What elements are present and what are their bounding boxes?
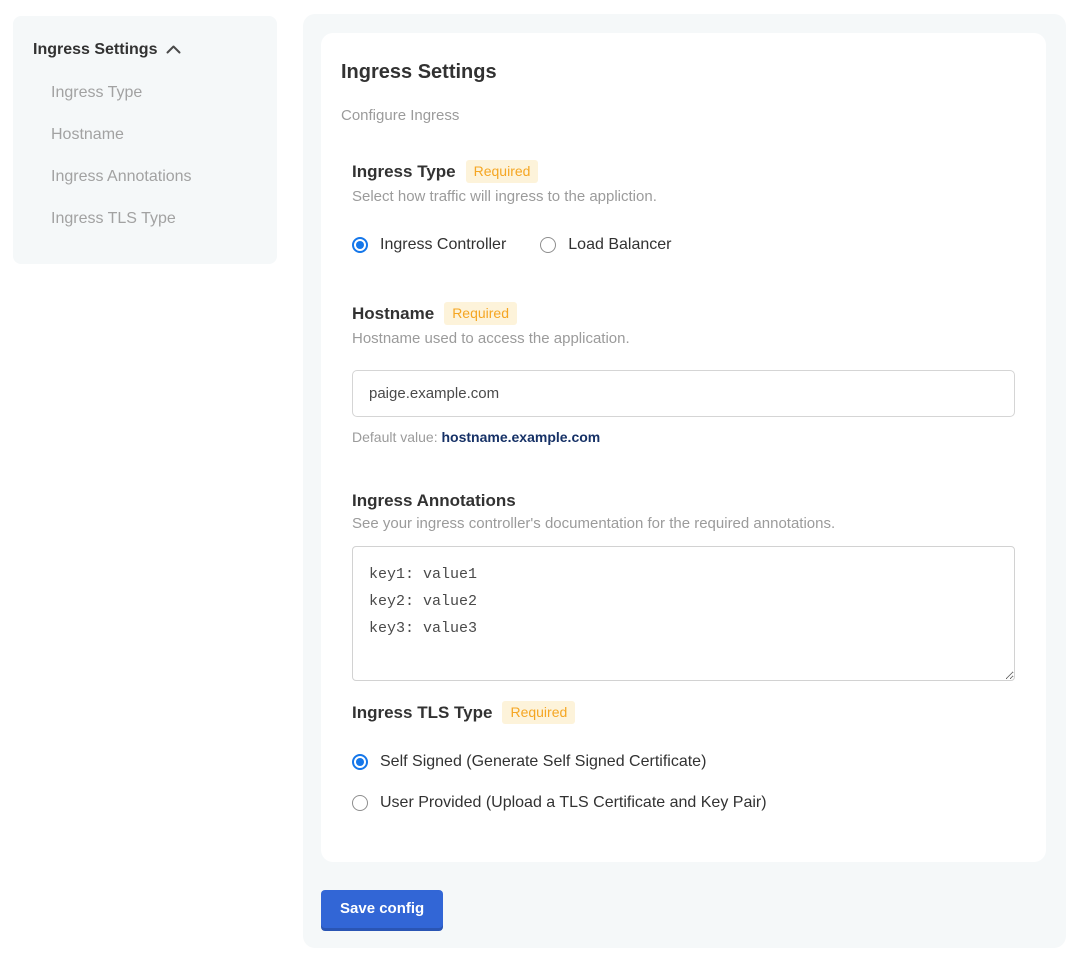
ingress-annotations-textarea[interactable]: key1: value1 key2: value2 key3: value3 [352,546,1015,681]
radio-label[interactable]: Ingress Controller [380,235,506,254]
radio-label[interactable]: User Provided (Upload a TLS Certificate … [380,793,767,812]
radio-selected-icon[interactable] [352,754,368,770]
section-ingress-type: Ingress Type Required Select how traffic… [352,160,1015,254]
tls-type-radio-group: Self Signed (Generate Self Signed Certif… [352,752,1015,812]
radio-unselected-icon[interactable] [352,795,368,811]
required-badge: Required [444,302,517,325]
page-title: Ingress Settings [341,60,1026,84]
sidebar-item-ingress-tls-type[interactable]: Ingress TLS Type [51,210,257,227]
section-title-ingress-annotations: Ingress Annotations [352,491,516,510]
required-badge: Required [466,160,539,183]
chevron-up-icon[interactable] [166,45,181,54]
radio-option-self-signed[interactable]: Self Signed (Generate Self Signed Certif… [352,752,1015,771]
config-groups-sidebar: Ingress Settings Ingress Type Hostname I… [13,16,277,264]
help-text-ingress-type: Select how traffic will ingress to the a… [352,189,1015,205]
section-ingress-annotations: Ingress Annotations See your ingress con… [352,491,1015,681]
config-main-panel: Ingress Settings Configure Ingress Ingre… [303,14,1066,948]
radio-unselected-icon[interactable] [540,237,556,253]
required-badge: Required [502,701,575,724]
section-ingress-tls-type: Ingress TLS Type Required Self Signed (G… [352,701,1015,812]
sidebar-item-hostname[interactable]: Hostname [51,126,257,143]
section-hostname: Hostname Required Hostname used to acces… [352,302,1015,445]
config-card: Ingress Settings Configure Ingress Ingre… [321,33,1046,862]
page-subtitle: Configure Ingress [341,108,1026,124]
sidebar-item-ingress-type[interactable]: Ingress Type [51,84,257,101]
section-title-ingress-tls-type: Ingress TLS Type [352,703,492,722]
radio-option-ingress-controller[interactable]: Ingress Controller [352,235,506,254]
sidebar-item-list: Ingress Type Hostname Ingress Annotation… [33,84,257,227]
sidebar-group-toggle[interactable]: Ingress Settings [33,40,257,59]
radio-selected-icon[interactable] [352,237,368,253]
hostname-default-line: Default value: hostname.example.com [352,429,1015,445]
radio-label[interactable]: Self Signed (Generate Self Signed Certif… [380,752,706,771]
radio-option-user-provided[interactable]: User Provided (Upload a TLS Certificate … [352,793,1015,812]
section-title-hostname: Hostname [352,304,434,323]
ingress-type-radio-group: Ingress Controller Load Balancer [352,235,1015,254]
default-value-label: Default value: [352,429,438,445]
default-value-text: hostname.example.com [442,429,601,445]
hostname-input[interactable] [352,370,1015,417]
section-title-ingress-type: Ingress Type [352,162,456,181]
help-text-hostname: Hostname used to access the application. [352,331,1015,347]
sidebar-group-title: Ingress Settings [33,40,157,59]
sidebar-item-ingress-annotations[interactable]: Ingress Annotations [51,168,257,185]
radio-label[interactable]: Load Balancer [568,235,671,254]
help-text-ingress-annotations: See your ingress controller's documentat… [352,516,1015,532]
save-config-button[interactable]: Save config [321,890,443,928]
radio-option-load-balancer[interactable]: Load Balancer [540,235,671,254]
